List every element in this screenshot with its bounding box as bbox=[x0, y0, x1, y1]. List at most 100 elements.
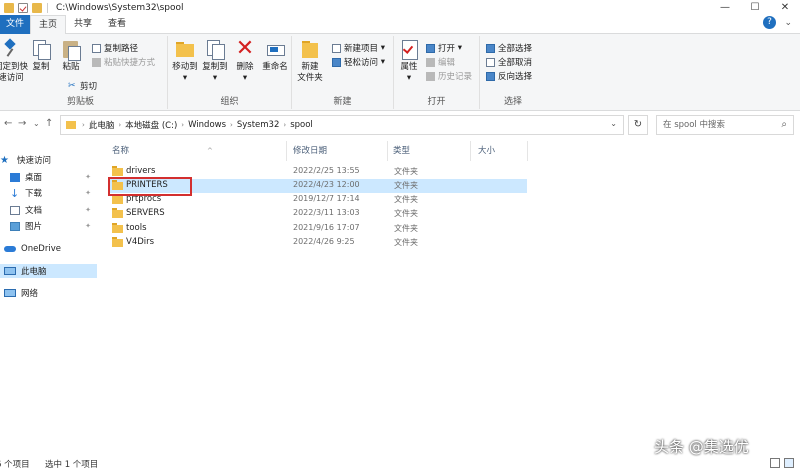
column-divider[interactable] bbox=[527, 141, 528, 161]
column-divider[interactable] bbox=[470, 141, 471, 161]
select-group-label: 选择 bbox=[503, 97, 522, 107]
file-type: 文件夹 bbox=[394, 238, 418, 247]
copy-path-label: 复制路径 bbox=[104, 44, 139, 54]
clipboard-group-label: 剪贴板 bbox=[66, 97, 94, 107]
breadcrumb-windows[interactable]: Windows bbox=[188, 120, 226, 130]
edit-button[interactable]: 编辑 bbox=[426, 56, 455, 68]
pin-icon[interactable]: ✦ bbox=[85, 189, 91, 197]
paste-button[interactable]: 粘贴 bbox=[60, 38, 82, 73]
nav-item-desktop[interactable]: 桌面 ✦ bbox=[0, 170, 97, 184]
new-item-button[interactable]: 新建项目 ▾ bbox=[332, 42, 385, 54]
select-all-label: 全部选择 bbox=[498, 44, 533, 54]
file-row-servers[interactable]: SERVERS 2022/3/11 13:03 文件夹 bbox=[108, 207, 527, 221]
breadcrumb-system32[interactable]: System32 bbox=[237, 120, 280, 130]
nav-item-downloads[interactable]: ↓ 下载 ✦ bbox=[0, 186, 97, 200]
copy-to-label: 复制到 ▾ bbox=[202, 62, 228, 83]
tab-share[interactable]: 共享 bbox=[66, 15, 100, 34]
nav-item-network[interactable]: 网络 bbox=[0, 286, 97, 300]
invert-selection-button[interactable]: 反向选择 bbox=[486, 70, 532, 82]
pin-icon[interactable]: ✦ bbox=[85, 222, 91, 230]
large-icons-view-icon[interactable] bbox=[784, 458, 794, 468]
network-icon bbox=[4, 289, 16, 297]
nav-item-quick-access[interactable]: ★ 快速访问 bbox=[0, 153, 97, 167]
paste-shortcut-button[interactable]: 粘贴快捷方式 bbox=[92, 56, 155, 68]
organize-group-label: 组织 bbox=[220, 97, 239, 107]
delete-button[interactable]: ✕ 删除 ▾ bbox=[234, 38, 256, 84]
breadcrumb-local-disk[interactable]: 本地磁盘 (C:) bbox=[125, 119, 177, 131]
file-type: 文件夹 bbox=[394, 181, 418, 190]
file-row-tools[interactable]: tools 2021/9/16 17:07 文件夹 bbox=[108, 222, 527, 236]
nav-item-pictures[interactable]: 图片 ✦ bbox=[0, 219, 97, 233]
chevron-right-icon[interactable]: › bbox=[118, 121, 121, 129]
select-none-button[interactable]: 全部取消 bbox=[486, 56, 532, 68]
select-all-button[interactable]: 全部选择 bbox=[486, 42, 532, 54]
forward-icon[interactable]: → bbox=[18, 118, 26, 129]
easy-access-button[interactable]: 轻松访问 ▾ bbox=[332, 56, 385, 68]
tab-view[interactable]: 查看 bbox=[100, 15, 134, 34]
copy-to-button[interactable]: 复制到 ▾ bbox=[202, 38, 228, 84]
chevron-right-icon[interactable]: › bbox=[283, 121, 286, 129]
properties-quick-icon[interactable] bbox=[18, 2, 28, 13]
open-group-label: 打开 bbox=[427, 97, 446, 107]
nav-item-this-pc[interactable]: 此电脑 bbox=[0, 264, 97, 278]
chevron-right-icon[interactable]: › bbox=[82, 121, 85, 129]
copy-path-button[interactable]: 复制路径 bbox=[92, 42, 138, 54]
breadcrumb-spool[interactable]: spool bbox=[290, 120, 313, 130]
pin-label: 固定到快 速访问 bbox=[0, 62, 29, 83]
column-divider[interactable] bbox=[286, 141, 287, 161]
file-name: drivers bbox=[126, 166, 156, 176]
up-icon[interactable]: ↑ bbox=[45, 118, 53, 129]
cut-label: 剪切 bbox=[80, 82, 98, 92]
tab-file[interactable]: 文件 bbox=[0, 15, 31, 34]
chevron-down-icon[interactable]: ⌄ bbox=[784, 18, 792, 28]
invert-selection-icon bbox=[486, 71, 495, 81]
file-type: 文件夹 bbox=[394, 209, 418, 218]
new-group: 新建 文件夹 新建项目 ▾ 轻松访问 ▾ 新建 bbox=[292, 36, 394, 109]
file-list: 名称 ^ 修改日期 类型 大小 drivers 2022/2/25 13:55 … bbox=[100, 139, 800, 455]
new-group-label: 新建 bbox=[333, 97, 352, 107]
open-icon bbox=[426, 43, 435, 53]
tab-home[interactable]: 主页 bbox=[30, 15, 67, 35]
help-icon[interactable]: ? bbox=[763, 16, 776, 29]
column-divider[interactable] bbox=[387, 141, 388, 161]
pin-quick-access-button[interactable]: 固定到快 速访问 bbox=[0, 38, 28, 84]
file-row-v4dirs[interactable]: V4Dirs 2022/4/26 9:25 文件夹 bbox=[108, 236, 527, 250]
nav-item-onedrive[interactable]: OneDrive bbox=[0, 242, 97, 256]
recent-locations-icon[interactable]: ⌄ bbox=[33, 119, 40, 128]
open-button[interactable]: 打开 ▾ bbox=[426, 42, 462, 54]
minimize-button[interactable]: — bbox=[710, 0, 740, 15]
column-header-size[interactable]: 大小 bbox=[478, 141, 495, 161]
breadcrumb-this-pc[interactable]: 此电脑 bbox=[89, 119, 115, 131]
search-input[interactable]: 在 spool 中搜索 ⌕ bbox=[656, 115, 794, 135]
copy-button[interactable]: 复制 bbox=[30, 38, 52, 73]
new-folder-button[interactable]: 新建 文件夹 bbox=[296, 38, 324, 84]
history-button[interactable]: 历史记录 bbox=[426, 70, 472, 82]
maximize-button[interactable]: ☐ bbox=[740, 0, 770, 15]
refresh-button[interactable]: ↻ bbox=[628, 115, 648, 135]
new-folder-quick-icon[interactable] bbox=[32, 2, 42, 13]
column-header-type[interactable]: 类型 bbox=[393, 141, 410, 161]
paste-label: 粘贴 bbox=[62, 62, 80, 72]
address-bar[interactable]: › 此电脑 › 本地磁盘 (C:) › Windows › System32 ›… bbox=[60, 115, 624, 135]
nav-item-documents[interactable]: 文档 ✦ bbox=[0, 203, 97, 217]
close-button[interactable]: ✕ bbox=[770, 0, 800, 15]
pin-icon[interactable]: ✦ bbox=[85, 206, 91, 214]
ribbon-tabs: 文件 主页 共享 查看 ? ⌄ bbox=[0, 15, 800, 35]
cut-button[interactable]: ✂ 剪切 bbox=[68, 80, 97, 92]
back-icon[interactable]: ← bbox=[4, 118, 12, 129]
star-icon: ★ bbox=[0, 154, 9, 166]
folder-icon bbox=[4, 2, 14, 13]
pin-icon[interactable]: ✦ bbox=[85, 173, 91, 181]
chevron-down-icon[interactable]: ⌄ bbox=[610, 119, 617, 128]
picture-icon bbox=[10, 221, 20, 231]
rename-button[interactable]: 重命名 bbox=[262, 38, 288, 73]
nav-downloads-label: 下载 bbox=[25, 189, 43, 199]
details-view-icon[interactable] bbox=[770, 458, 780, 468]
chevron-right-icon[interactable]: › bbox=[230, 121, 233, 129]
column-header-modified[interactable]: 修改日期 bbox=[293, 141, 327, 161]
properties-button[interactable]: 属性 ▾ bbox=[398, 38, 420, 84]
chevron-right-icon[interactable]: › bbox=[181, 121, 184, 129]
move-to-button[interactable]: → 移动到 ▾ bbox=[172, 38, 198, 84]
column-header-name[interactable]: 名称 ^ bbox=[112, 141, 213, 161]
open-group: 属性 ▾ 打开 ▾ 编辑 历史记录 打开 bbox=[394, 36, 480, 109]
